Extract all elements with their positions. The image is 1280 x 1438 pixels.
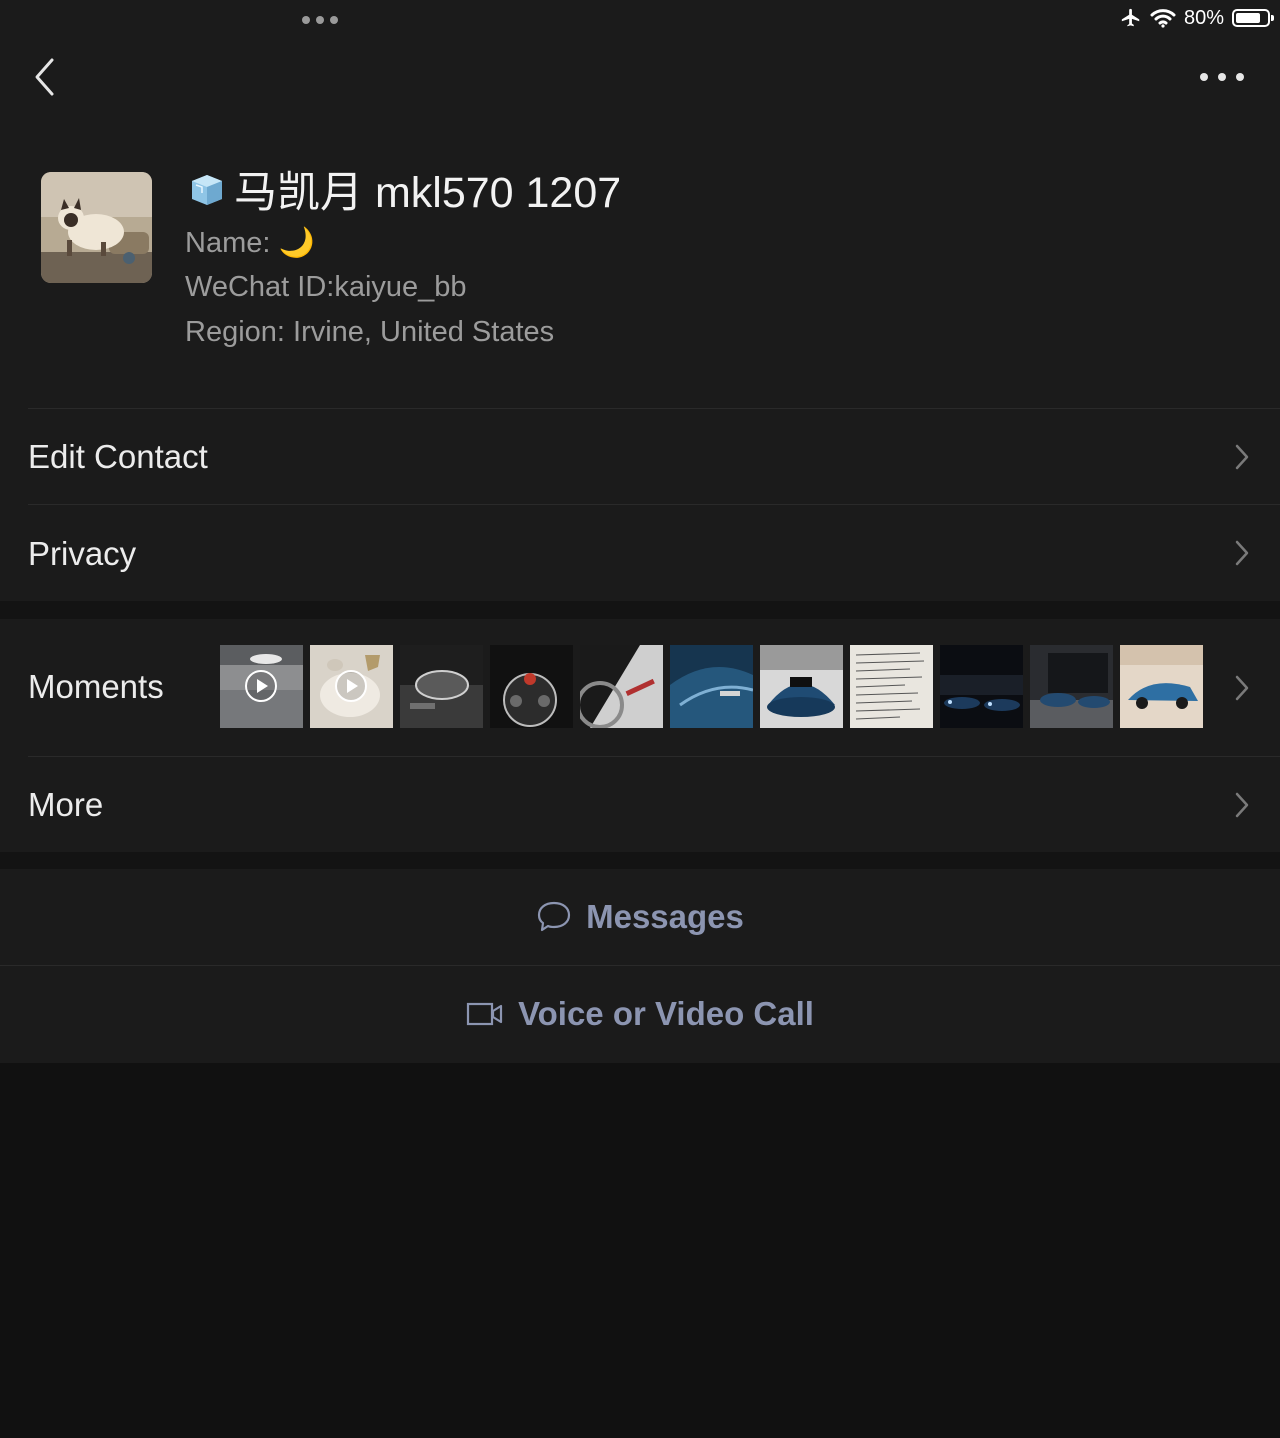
- wifi-icon: [1150, 9, 1176, 28]
- name-line: Name: 🌙: [185, 227, 315, 259]
- display-name: 马凯月 mkl570 1207: [188, 162, 621, 217]
- moments-thumbnail-video[interactable]: [220, 645, 303, 728]
- call-label: Voice or Video Call: [518, 995, 814, 1032]
- multitasking-dots-icon[interactable]: [302, 16, 338, 24]
- moments-thumbnail-photo[interactable]: [940, 645, 1023, 728]
- voice-video-call-button[interactable]: Voice or Video Call: [0, 966, 1280, 1062]
- chevron-right-icon: [1235, 792, 1249, 818]
- ice-cube-icon: [192, 175, 222, 205]
- back-button[interactable]: [26, 54, 66, 100]
- chat-bubble-icon: [538, 901, 571, 932]
- moments-thumbnail-video[interactable]: [310, 645, 393, 728]
- moments-thumbnail-photo[interactable]: [760, 645, 843, 728]
- moments-thumbnail-photo[interactable]: [490, 645, 573, 728]
- battery-icon: [1232, 9, 1274, 27]
- moments-label: Moments: [28, 668, 164, 705]
- moments-thumbnail-photo[interactable]: [1120, 645, 1203, 728]
- avatar[interactable]: [41, 172, 152, 283]
- chevron-right-icon: [1235, 540, 1249, 566]
- airplane-icon: [1121, 8, 1140, 27]
- contact-profile-page: 80% 马凯月 mkl570 1207 Name: 🌙 WeChat ID:ka…: [0, 0, 1280, 1438]
- region-line: Region: Irvine, United States: [185, 316, 555, 348]
- chevron-left-icon: [35, 58, 54, 96]
- messages-button[interactable]: Messages: [0, 869, 1280, 965]
- moments-thumbnail-photo[interactable]: [580, 645, 663, 728]
- more-options-button[interactable]: [1200, 66, 1244, 88]
- privacy-label: Privacy: [28, 535, 137, 572]
- play-icon: [245, 670, 277, 702]
- edit-contact-label: Edit Contact: [28, 438, 208, 475]
- battery-percentage: 80%: [1183, 6, 1224, 29]
- section-gap: [0, 852, 1280, 869]
- chevron-right-icon: [1235, 444, 1249, 470]
- play-icon: [335, 670, 367, 702]
- status-bar: 80%: [1120, 6, 1274, 30]
- edit-contact-row[interactable]: Edit Contact: [0, 409, 1280, 504]
- moments-thumbnail-photo[interactable]: [670, 645, 753, 728]
- moments-thumbnail-photo[interactable]: [400, 645, 483, 728]
- privacy-row[interactable]: Privacy: [0, 505, 1280, 601]
- more-label: More: [28, 786, 104, 823]
- moments-thumbnail-photo[interactable]: [1030, 645, 1113, 728]
- video-camera-icon: [466, 1002, 503, 1026]
- wechat-id-line[interactable]: WeChat ID:kaiyue_bb: [185, 271, 467, 304]
- moments-row[interactable]: Moments: [0, 619, 1280, 756]
- more-row[interactable]: More: [0, 757, 1280, 852]
- chevron-right-icon: [1235, 675, 1249, 701]
- moments-thumbnails: [220, 645, 1203, 728]
- profile-panel: 80% 马凯月 mkl570 1207 Name: 🌙 WeChat ID:ka…: [0, 0, 1280, 1063]
- messages-label: Messages: [586, 898, 744, 935]
- moments-thumbnail-photo[interactable]: [850, 645, 933, 728]
- ellipsis-icon: [1200, 73, 1208, 81]
- display-name-text: 马凯月 mkl570 1207: [234, 169, 622, 217]
- section-gap: [0, 601, 1280, 619]
